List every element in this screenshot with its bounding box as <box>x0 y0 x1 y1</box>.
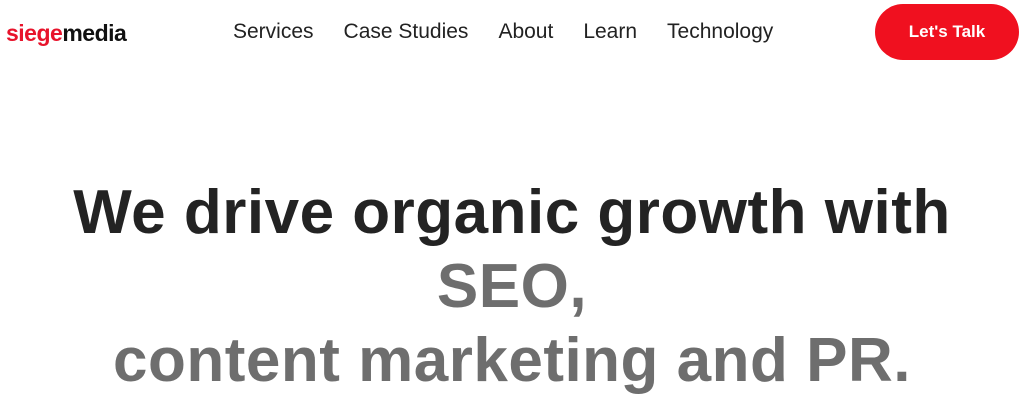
nav-item-learn[interactable]: Learn <box>583 19 637 45</box>
siegemedia-logo[interactable]: siegemedia <box>6 19 127 47</box>
hero-heading-line1-dark: We drive organic growth with <box>73 178 951 247</box>
main-nav: Services Case Studies About Learn Techno… <box>233 19 773 45</box>
hero-heading-line1-grey: SEO, <box>436 252 588 321</box>
logo-part-siege: siege <box>6 20 63 46</box>
hero-heading-line2-grey: content marketing and PR. <box>113 326 911 395</box>
lets-talk-button[interactable]: Let's Talk <box>875 4 1019 60</box>
logo-part-media: media <box>62 20 127 46</box>
nav-item-services[interactable]: Services <box>233 19 314 45</box>
site-header: siegemedia Services Case Studies About L… <box>0 0 1024 64</box>
nav-item-about[interactable]: About <box>498 19 553 45</box>
hero-heading: We drive organic growth with SEO, content… <box>0 176 1024 398</box>
nav-item-case-studies[interactable]: Case Studies <box>344 19 469 45</box>
nav-item-technology[interactable]: Technology <box>667 19 773 45</box>
